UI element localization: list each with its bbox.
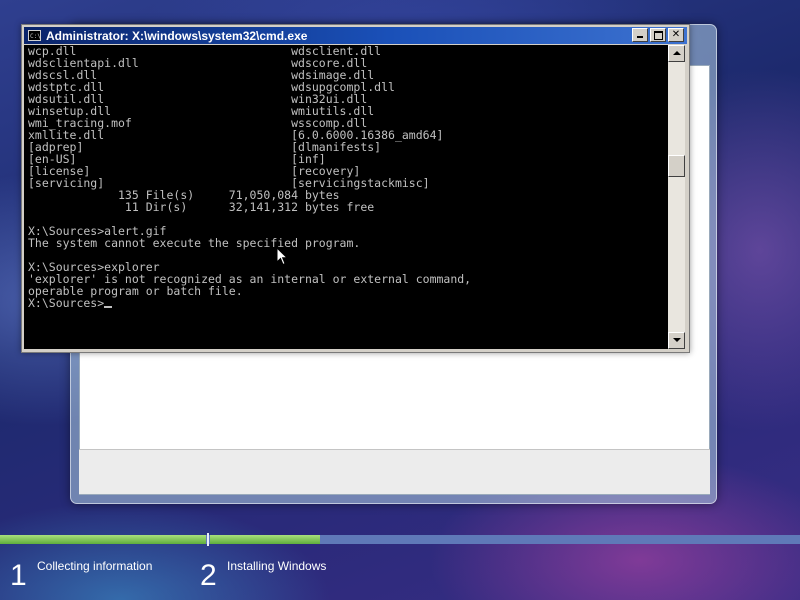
setup-footer	[79, 449, 710, 494]
cmd-icon[interactable]: C:\	[28, 30, 41, 41]
window-controls: ✕	[630, 28, 684, 42]
step-label: Collecting information	[37, 559, 153, 573]
progress-step2-fill	[210, 535, 320, 544]
console-text: wcp.dll wdsclient.dll wdsclientapi.dll w…	[24, 45, 668, 309]
text-cursor	[104, 306, 113, 308]
minimize-button[interactable]	[632, 28, 648, 42]
console-output-area[interactable]: wcp.dll wdsclient.dll wdsclientapi.dll w…	[24, 45, 668, 349]
progress-divider	[207, 533, 209, 546]
arrow-up-icon	[673, 51, 681, 55]
vertical-scrollbar[interactable]	[668, 45, 685, 349]
scroll-down-button[interactable]	[668, 332, 685, 349]
scroll-thumb[interactable]	[668, 155, 685, 177]
maximize-button[interactable]	[650, 28, 666, 42]
arrow-down-icon	[673, 338, 681, 342]
step-number: 1	[10, 559, 27, 592]
scroll-up-button[interactable]	[668, 45, 685, 62]
progress-step1-fill	[0, 535, 206, 544]
close-button[interactable]: ✕	[668, 28, 684, 42]
step-number: 2	[200, 559, 217, 592]
cmd-titlebar[interactable]: C:\ Administrator: X:\windows\system32\c…	[24, 27, 687, 44]
console-output: wcp.dll wdsclient.dll wdsclientapi.dll w…	[28, 45, 472, 298]
console-prompt: X:\Sources>	[28, 296, 105, 310]
cmd-window: C:\ Administrator: X:\windows\system32\c…	[21, 24, 690, 353]
step-label: Installing Windows	[227, 559, 327, 573]
mouse-pointer-icon	[276, 247, 288, 266]
cmd-window-title: Administrator: X:\windows\system32\cmd.e…	[46, 28, 308, 43]
